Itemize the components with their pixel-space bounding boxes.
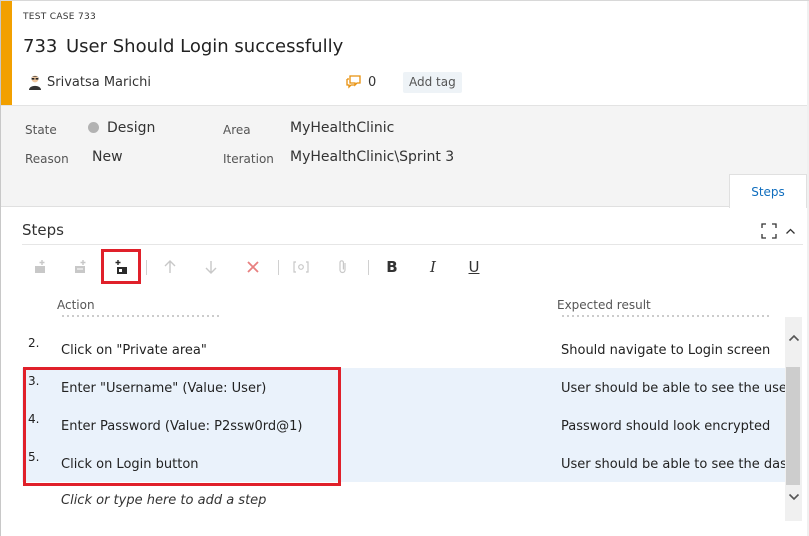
move-down-button[interactable] xyxy=(200,256,222,278)
work-item-type-color-bar xyxy=(1,1,12,105)
scroll-down-button[interactable] xyxy=(785,488,802,505)
arrow-up-icon xyxy=(164,260,176,273)
maximize-icon[interactable] xyxy=(761,223,777,239)
area-label: Area xyxy=(223,123,251,137)
chevron-up-icon xyxy=(788,334,799,341)
underline-button[interactable]: U xyxy=(463,256,485,278)
paperclip-icon xyxy=(339,260,346,274)
comment-count: 0 xyxy=(368,75,377,90)
underline-label: U xyxy=(468,258,480,276)
chevron-up-icon[interactable] xyxy=(785,226,796,237)
italic-button[interactable]: I xyxy=(422,256,444,278)
italic-label: I xyxy=(430,258,436,276)
insert-step-button[interactable] xyxy=(30,256,52,278)
area-field[interactable]: MyHealthClinic xyxy=(290,120,394,136)
step-expected-result[interactable]: Should navigate to Login screen xyxy=(561,343,770,358)
step-expected-result[interactable]: User should be able to see the dashboa xyxy=(561,457,787,472)
bold-button[interactable]: B xyxy=(381,256,403,278)
insert-step-icon xyxy=(35,260,45,273)
bold-label: B xyxy=(386,258,398,276)
add-step-placeholder[interactable]: Click or type here to add a step xyxy=(61,493,266,508)
work-item-title[interactable]: User Should Login successfully xyxy=(66,36,343,57)
iteration-field[interactable]: MyHealthClinic\Sprint 3 xyxy=(290,149,454,165)
work-item-form: TEST CASE 733 733 User Should Login succ… xyxy=(0,0,809,536)
avatar[interactable] xyxy=(27,74,43,90)
work-item-id: 733 xyxy=(23,36,58,57)
state-label: State xyxy=(25,123,57,137)
scrollbar-thumb[interactable] xyxy=(786,367,800,485)
step-expected-result[interactable]: User should be able to see the usernam xyxy=(561,381,787,396)
toolbar-separator xyxy=(368,260,369,275)
insert-shared-steps-button[interactable] xyxy=(70,256,92,278)
arrow-down-icon xyxy=(205,261,217,274)
parameter-icon xyxy=(293,261,309,273)
delete-icon xyxy=(247,261,259,273)
step-number: 2. xyxy=(28,336,40,350)
reason-field[interactable]: New xyxy=(92,149,123,165)
insert-parameter-button[interactable] xyxy=(290,256,312,278)
toolbar-separator xyxy=(278,260,279,275)
toolbar-separator xyxy=(146,260,147,275)
state-indicator xyxy=(88,122,99,133)
move-up-button[interactable] xyxy=(159,256,181,278)
add-tag-button[interactable]: Add tag xyxy=(403,72,462,93)
assigned-to[interactable]: Srivatsa Marichi xyxy=(47,75,151,90)
iteration-label: Iteration xyxy=(223,152,274,166)
step-action[interactable]: Click on "Private area" xyxy=(61,343,207,358)
action-column-header: Action xyxy=(57,298,95,312)
work-item-fields: State Design Reason New Area MyHealthCli… xyxy=(1,105,809,208)
highlight-annotation xyxy=(101,249,141,284)
table-row[interactable]: 2. Click on "Private area" Should naviga… xyxy=(22,330,787,368)
attachment-button[interactable] xyxy=(332,256,354,278)
chevron-down-icon xyxy=(788,493,799,500)
partially-scrolled-row xyxy=(22,315,787,319)
section-divider xyxy=(22,244,803,245)
shared-steps-icon xyxy=(75,260,86,273)
work-item-type-label: TEST CASE 733 xyxy=(23,12,97,22)
step-expected-result[interactable]: Password should look encrypted xyxy=(561,419,770,434)
highlight-annotation xyxy=(23,367,341,486)
state-field[interactable]: Design xyxy=(107,120,155,136)
tab-steps[interactable]: Steps xyxy=(729,174,807,208)
delete-step-button[interactable] xyxy=(242,256,264,278)
scroll-up-button[interactable] xyxy=(785,329,802,346)
work-item-header: TEST CASE 733 733 User Should Login succ… xyxy=(1,1,809,105)
reason-label: Reason xyxy=(25,152,69,166)
comment-icon[interactable] xyxy=(346,75,361,89)
expected-result-column-header: Expected result xyxy=(557,298,651,312)
steps-section-title: Steps xyxy=(22,221,64,239)
